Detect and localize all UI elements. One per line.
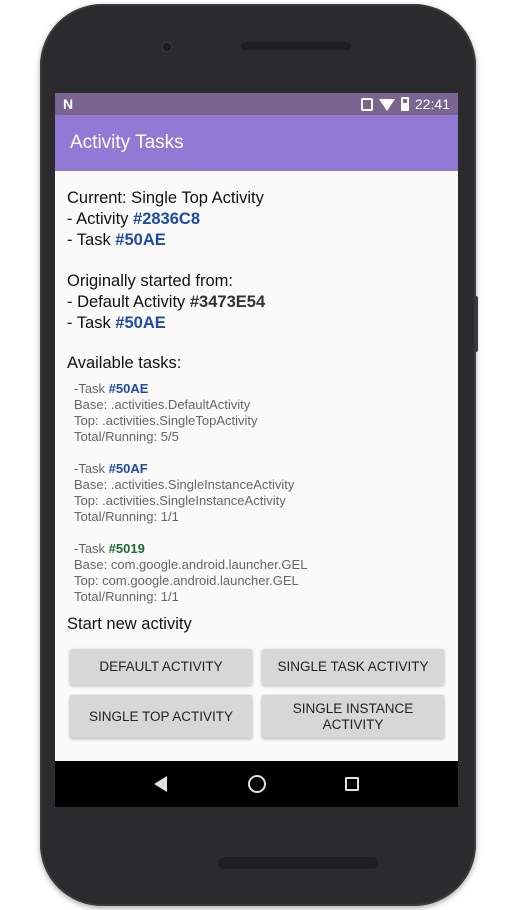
task-base: Base: .activities.SingleInstanceActivity	[74, 477, 295, 492]
task-running: Total/Running: 5/5	[74, 429, 179, 444]
single-instance-activity-button[interactable]: Single Instance Activity	[262, 695, 444, 738]
start-new-activity-title: Start new activity	[67, 615, 192, 633]
current-label: Current: Single Top Activity	[67, 189, 264, 207]
home-icon[interactable]	[248, 775, 267, 793]
back-icon	[154, 776, 168, 792]
bottom-speaker	[218, 857, 378, 869]
task-prefix: -Task	[74, 541, 109, 556]
camera	[161, 41, 173, 53]
task-top: Top: .activities.SingleTopActivity	[74, 413, 258, 428]
task-item: -Task #50AF Base: .activities.SingleInst…	[67, 461, 447, 525]
main-content: Current: Single Top Activity - Activity …	[55, 171, 458, 761]
task-prefix: -Task	[74, 461, 109, 476]
screen: N 22:41 Activity Tasks Current: Single T…	[55, 93, 458, 807]
wifi-icon	[378, 99, 395, 111]
task-running: Total/Running: 1/1	[74, 589, 179, 604]
current-activity-hash: #2836C8	[133, 210, 200, 228]
current-activity-info: Current: Single Top Activity - Activity …	[67, 188, 447, 251]
task-header: -Task #5019	[74, 541, 447, 557]
task-header: -Task #50AF	[74, 461, 447, 477]
earpiece-speaker	[241, 42, 351, 50]
task-hash: #50AE	[108, 381, 149, 396]
origin-task-line: - Task #50AE	[67, 313, 447, 334]
task-item: -Task #5019 Base: com.google.android.lau…	[67, 541, 447, 605]
current-task-prefix: - Task	[67, 231, 116, 249]
notification-n-icon: N	[63, 96, 74, 112]
task-running: Total/Running: 1/1	[74, 509, 179, 524]
origin-info: Originally started from: - Default Activ…	[67, 271, 447, 334]
app-bar: Activity Tasks	[55, 115, 458, 171]
task-base: Base: com.google.android.launcher.GEL	[74, 557, 308, 572]
task-top: Top: .activities.SingleInstanceActivity	[74, 493, 286, 508]
navigation-bar	[55, 761, 458, 807]
default-activity-button[interactable]: Default Activity	[70, 649, 252, 685]
single-top-activity-button[interactable]: Single Top Activity	[70, 695, 252, 738]
current-task-line: - Task #50AE	[67, 230, 447, 251]
recents-icon[interactable]	[344, 777, 359, 791]
activity-buttons: Default Activity Single Task Activity Si…	[67, 649, 447, 738]
origin-task-hash: #50AE	[115, 314, 166, 332]
task-top: Top: com.google.android.launcher.GEL	[74, 573, 299, 588]
app-title: Activity Tasks	[70, 132, 184, 153]
task-hash: #5019	[108, 541, 145, 556]
current-task-hash: #50AE	[115, 231, 166, 249]
status-icons: 22:41	[360, 96, 450, 112]
origin-task-prefix: - Task	[67, 314, 116, 332]
vibrate-icon	[360, 97, 373, 111]
current-activity-line: - Activity #2836C8	[67, 209, 447, 230]
origin-label: Originally started from:	[67, 272, 233, 290]
origin-activity-prefix: - Default Activity	[67, 293, 190, 311]
task-prefix: -Task	[74, 381, 109, 396]
task-item: -Task #50AE Base: .activities.DefaultAct…	[67, 381, 447, 445]
battery-icon	[400, 97, 409, 111]
current-activity-prefix: - Activity	[67, 210, 134, 228]
origin-activity-hash: #3473E54	[189, 293, 266, 311]
origin-activity-line: - Default Activity #3473E54	[67, 292, 447, 313]
status-bar: N 22:41	[55, 93, 458, 115]
single-task-activity-button[interactable]: Single Task Activity	[262, 649, 444, 685]
status-time: 22:41	[414, 96, 450, 112]
task-base: Base: .activities.DefaultActivity	[74, 397, 251, 412]
task-header: -Task #50AE	[74, 381, 447, 397]
back-button[interactable]	[154, 776, 170, 792]
power-button	[474, 296, 478, 352]
task-hash: #50AF	[108, 461, 148, 476]
available-tasks-title: Available tasks:	[67, 354, 182, 372]
